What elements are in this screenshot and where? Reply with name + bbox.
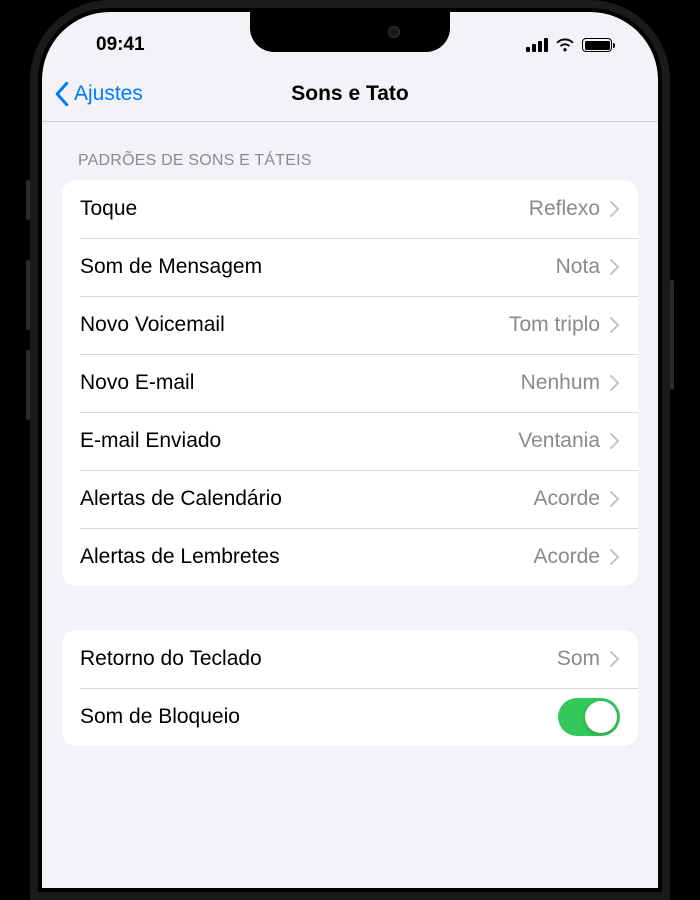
row-label: Toque: [80, 197, 529, 221]
row-value: Reflexo: [529, 197, 600, 221]
chevron-left-icon: [54, 82, 70, 106]
row-value: Nenhum: [521, 371, 600, 395]
row-reminder-alerts[interactable]: Alertas de Lembretes Acorde: [62, 528, 638, 586]
row-label: Novo E-mail: [80, 371, 521, 395]
row-label: Retorno do Teclado: [80, 647, 557, 671]
row-lock-sound: Som de Bloqueio: [62, 688, 638, 746]
chevron-right-icon: [610, 491, 620, 507]
row-label: Som de Mensagem: [80, 255, 556, 279]
chevron-right-icon: [610, 259, 620, 275]
row-label: Som de Bloqueio: [80, 705, 558, 729]
row-sent-mail[interactable]: E-mail Enviado Ventania: [62, 412, 638, 470]
sounds-list: Toque Reflexo Som de Mensagem Nota Novo …: [62, 180, 638, 586]
back-button[interactable]: Ajustes: [42, 82, 143, 106]
row-label: Alertas de Lembretes: [80, 545, 533, 569]
chevron-right-icon: [610, 201, 620, 217]
row-value: Som: [557, 647, 600, 671]
system-sounds-list: Retorno do Teclado Som Som de Bloqueio: [62, 630, 638, 746]
chevron-right-icon: [610, 549, 620, 565]
battery-icon: [582, 38, 612, 52]
row-value: Acorde: [533, 487, 600, 511]
lock-sound-toggle[interactable]: [558, 698, 620, 736]
wifi-icon: [555, 37, 575, 53]
row-value: Tom triplo: [509, 313, 600, 337]
row-label: Novo Voicemail: [80, 313, 509, 337]
chevron-right-icon: [610, 433, 620, 449]
back-label: Ajustes: [74, 82, 143, 106]
section-header-sounds: PADRÕES DE SONS E TÁTEIS: [62, 122, 638, 180]
cellular-signal-icon: [526, 38, 548, 52]
row-new-mail[interactable]: Novo E-mail Nenhum: [62, 354, 638, 412]
row-text-tone[interactable]: Som de Mensagem Nota: [62, 238, 638, 296]
status-time: 09:41: [78, 34, 145, 56]
row-value: Ventania: [518, 429, 600, 453]
chevron-right-icon: [610, 651, 620, 667]
row-value: Nota: [556, 255, 600, 279]
navigation-bar: Ajustes Sons e Tato: [42, 66, 658, 122]
row-new-voicemail[interactable]: Novo Voicemail Tom triplo: [62, 296, 638, 354]
device-notch: [250, 12, 450, 52]
row-label: Alertas de Calendário: [80, 487, 533, 511]
page-title: Sons e Tato: [291, 82, 408, 106]
chevron-right-icon: [610, 375, 620, 391]
row-label: E-mail Enviado: [80, 429, 518, 453]
row-calendar-alerts[interactable]: Alertas de Calendário Acorde: [62, 470, 638, 528]
row-keyboard-feedback[interactable]: Retorno do Teclado Som: [62, 630, 638, 688]
row-value: Acorde: [533, 545, 600, 569]
chevron-right-icon: [610, 317, 620, 333]
row-ringtone[interactable]: Toque Reflexo: [62, 180, 638, 238]
